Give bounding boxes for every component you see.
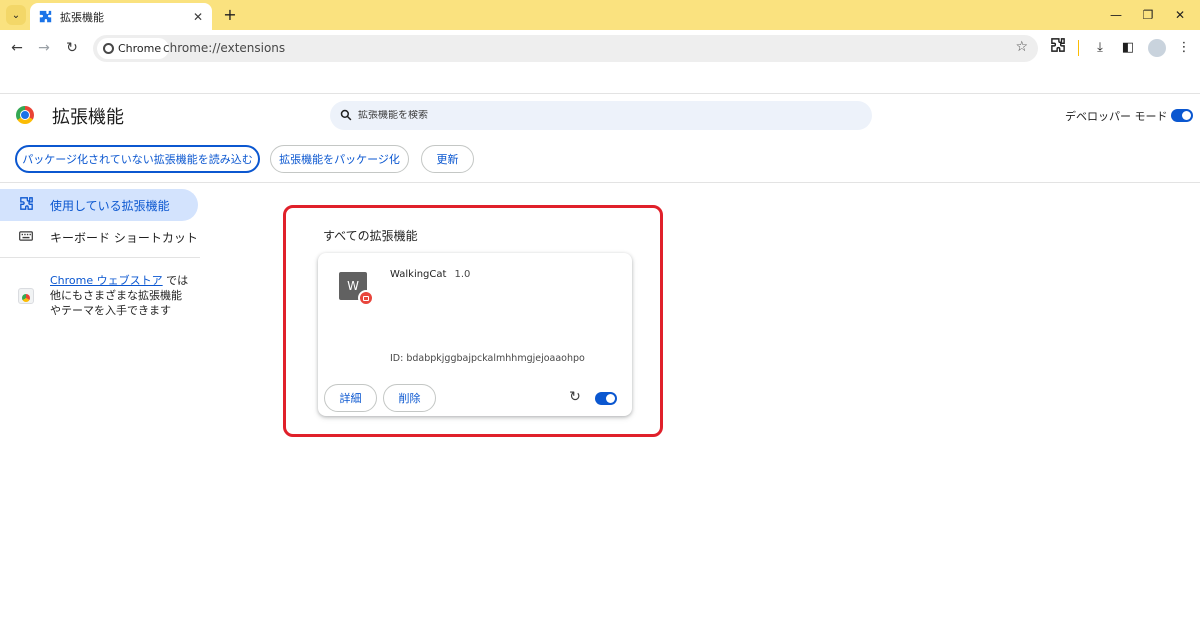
download-icon[interactable]: ⤓	[1090, 38, 1110, 58]
sidebar-item-extensions[interactable]: 使用している拡張機能	[0, 189, 198, 221]
web-store-text: やテーマを入手できます	[50, 304, 171, 317]
forward-icon[interactable]: →	[34, 38, 54, 58]
divider	[0, 257, 200, 258]
extension-enable-toggle[interactable]	[595, 392, 617, 405]
bookmark-star-icon[interactable]: ☆	[1015, 39, 1028, 55]
load-unpacked-button[interactable]: パッケージ化されていない拡張機能を読み込む	[15, 145, 260, 173]
chrome-logo-icon	[16, 106, 34, 124]
web-store-text: では	[166, 274, 189, 287]
details-button[interactable]: 詳細	[324, 384, 377, 412]
url-text[interactable]: chrome://extensions	[163, 41, 285, 55]
sidebar-item-shortcuts[interactable]: キーボード ショートカット	[0, 221, 198, 253]
web-store-icon	[18, 288, 34, 304]
sidebar-item-label: キーボード ショートカット	[50, 230, 198, 245]
extension-title: WalkingCat	[390, 269, 447, 280]
extensions-icon[interactable]	[1048, 38, 1068, 58]
page-title: 拡張機能	[52, 107, 124, 128]
reload-icon[interactable]: ↻	[62, 38, 82, 58]
close-window-icon[interactable]: ✕	[1170, 6, 1190, 24]
section-title: すべての拡張機能	[323, 229, 418, 243]
avatar[interactable]	[1148, 39, 1166, 57]
extension-card: W WalkingCat 1.0 ID: bdabpkjggbajpckalmhh…	[318, 253, 632, 416]
tab-strip: ⌄ 拡張機能 ✕ + — ❐ ✕	[0, 0, 1200, 30]
site-chip[interactable]: Chrome	[97, 38, 170, 59]
divider	[0, 182, 1200, 183]
back-icon[interactable]: ←	[7, 38, 27, 58]
web-store-link[interactable]: Chrome ウェブストア	[50, 274, 163, 287]
search-input[interactable]	[358, 110, 838, 121]
toolbar-divider	[1078, 40, 1079, 56]
divider	[0, 93, 1200, 94]
camera-badge-icon	[358, 290, 374, 306]
site-chip-label: Chrome	[118, 42, 162, 55]
toolbar: ← → ↻ Chrome chrome://extensions ☆ ⤓ ◧ ⋮	[0, 30, 1200, 66]
web-store-promo: Chrome ウェブストア では 他にもさまざまな拡張機能 やテーマを入手できま…	[50, 273, 200, 318]
sidebar-item-label: 使用している拡張機能	[50, 198, 170, 213]
tab-title: 拡張機能	[60, 10, 104, 24]
address-bar[interactable]: Chrome chrome://extensions ☆	[93, 35, 1038, 62]
search-icon	[340, 106, 352, 125]
dev-mode-toggle[interactable]	[1171, 109, 1193, 122]
menu-icon[interactable]: ⋮	[1174, 38, 1194, 58]
extension-version: 1.0	[454, 269, 471, 280]
puzzle-icon	[18, 196, 34, 214]
update-button[interactable]: 更新	[421, 145, 474, 173]
extension-icon-letter: W	[347, 279, 359, 293]
remove-button[interactable]: 削除	[383, 384, 436, 412]
close-icon[interactable]: ✕	[190, 9, 206, 25]
restore-icon[interactable]: ❐	[1138, 6, 1158, 24]
chrome-icon	[103, 43, 114, 54]
extension-name: WalkingCat 1.0	[390, 269, 470, 280]
puzzle-icon	[38, 10, 52, 24]
tab-search-icon[interactable]: ⌄	[6, 5, 26, 25]
web-store-text: 他にもさまざまな拡張機能	[50, 289, 182, 302]
tab-extensions[interactable]: 拡張機能 ✕	[30, 3, 212, 30]
search-box[interactable]	[330, 101, 872, 130]
keyboard-icon	[18, 230, 34, 245]
pack-extension-button[interactable]: 拡張機能をパッケージ化	[270, 145, 409, 173]
new-tab-icon[interactable]: +	[220, 5, 240, 25]
minimize-icon[interactable]: —	[1106, 6, 1126, 24]
dev-mode-label: デベロッパー モード	[1065, 110, 1168, 123]
reload-extension-icon[interactable]: ↻	[567, 389, 583, 405]
extension-id: ID: bdabpkjggbajpckalmhhmgjejoaaohpo	[390, 353, 585, 364]
side-panel-icon[interactable]: ◧	[1118, 38, 1138, 58]
